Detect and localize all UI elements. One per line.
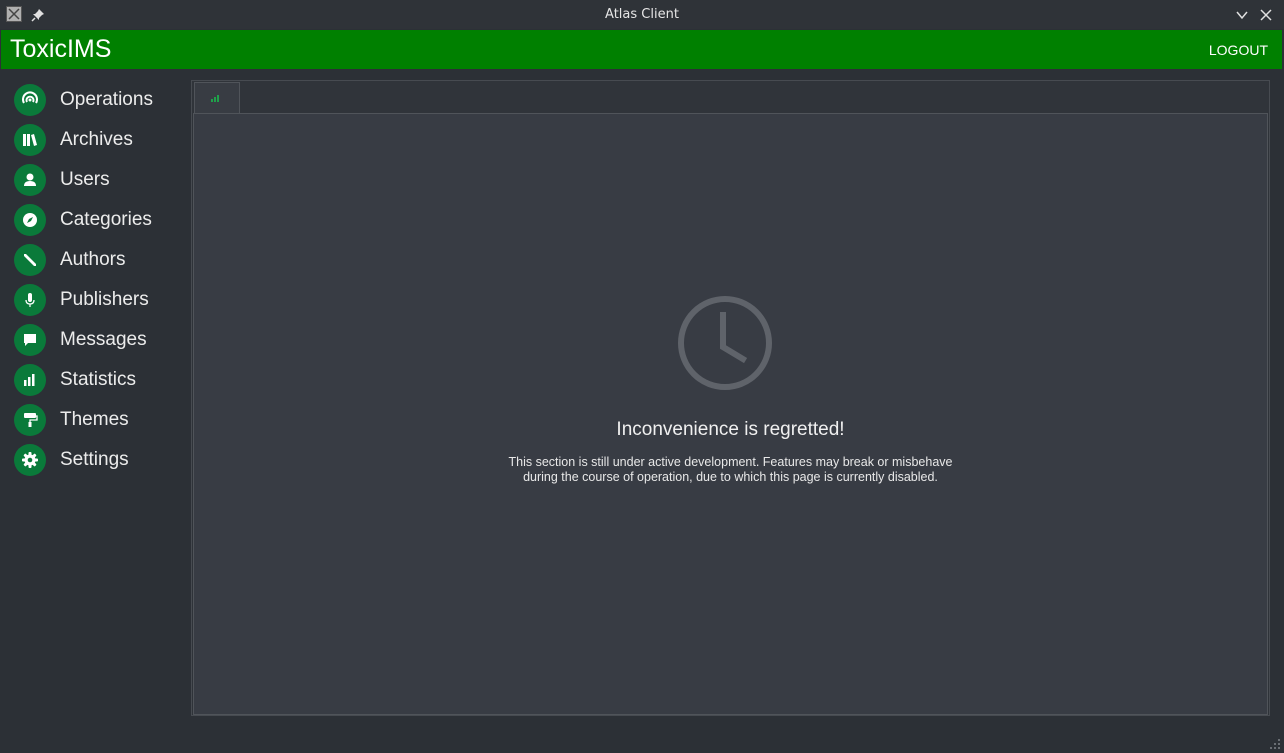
sidebar-item-categories[interactable]: Categories [14, 203, 152, 237]
sidebar-item-label: Messages [60, 329, 147, 350]
close-icon[interactable] [1259, 7, 1273, 21]
sidebar-item-settings[interactable]: Settings [14, 443, 129, 477]
sidebar-item-themes[interactable]: Themes [14, 403, 129, 437]
sidebar-item-label: Themes [60, 409, 129, 430]
sidebar-item-operations[interactable]: Operations [14, 83, 153, 117]
radar-icon [14, 84, 46, 116]
sidebar-item-label: Users [60, 169, 110, 190]
sidebar-item-label: Settings [60, 449, 129, 470]
bar-chart-icon [14, 364, 46, 396]
sidebar-item-authors[interactable]: Authors [14, 243, 125, 277]
window-titlebar[interactable]: Atlas Client [0, 0, 1284, 29]
brand-title: ToxicIMS [10, 35, 112, 63]
sidebar-item-label: Archives [60, 129, 133, 150]
sidebar-item-statistics[interactable]: Statistics [14, 363, 136, 397]
sidebar-item-publishers[interactable]: Publishers [14, 283, 149, 317]
resize-grip-icon[interactable] [1269, 738, 1281, 750]
app-window: Atlas Client ToxicIMS LOGOUT Operations … [0, 0, 1284, 753]
tab-content: Inconvenience is regretted! This section… [193, 113, 1268, 715]
logout-button[interactable]: LOGOUT [1209, 42, 1268, 58]
sidebar-item-label: Categories [60, 209, 152, 230]
sidebar-item-users[interactable]: Users [14, 163, 110, 197]
compass-icon [14, 204, 46, 236]
sidebar-item-label: Publishers [60, 289, 149, 310]
window-title: Atlas Client [605, 7, 679, 22]
notice-title: Inconvenience is regretted! [616, 419, 845, 440]
minimize-icon[interactable] [1235, 7, 1249, 21]
books-icon [14, 124, 46, 156]
clock-icon [678, 296, 772, 390]
sidebar-item-label: Statistics [60, 369, 137, 390]
notice-line: during the course of operation, due to w… [523, 470, 938, 484]
user-icon [14, 164, 46, 196]
sidebar-item-label: Operations [60, 89, 153, 110]
main-panel: Inconvenience is regretted! This section… [191, 80, 1270, 716]
notice-line: This section is still under active devel… [508, 455, 953, 469]
app-header: ToxicIMS LOGOUT [1, 30, 1282, 69]
chat-icon [14, 324, 46, 356]
tab-statistics[interactable] [194, 82, 240, 113]
pencil-icon [14, 244, 46, 276]
sidebar-item-messages[interactable]: Messages [14, 323, 147, 357]
paint-roller-icon [14, 404, 46, 436]
bar-chart-icon [211, 95, 219, 102]
sidebar: Operations Archives Users Categories Aut… [0, 70, 190, 753]
sidebar-item-archives[interactable]: Archives [14, 123, 133, 157]
gear-icon [14, 444, 46, 476]
tab-bar [192, 81, 1269, 113]
microphone-icon [14, 284, 46, 316]
sidebar-item-label: Authors [60, 249, 126, 270]
notice-message: This section is still under active devel… [194, 455, 1267, 485]
